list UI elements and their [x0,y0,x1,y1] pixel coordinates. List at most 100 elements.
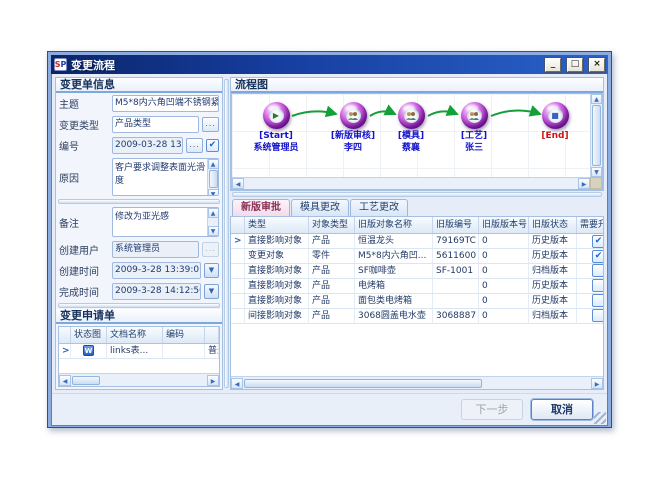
scroll-thumb[interactable] [244,379,482,388]
upgrade-column-header[interactable]: 需要升版 [577,217,604,233]
upgrade-checkbox[interactable]: ✔ [592,250,604,263]
flow-vscrollbar[interactable]: ▲ ▼ [590,94,602,177]
scroll-up-icon[interactable]: ▲ [591,94,602,104]
scroll-down-icon[interactable]: ▼ [591,167,602,177]
maximize-button[interactable]: □ [567,58,583,72]
upgrade-checkbox[interactable] [592,309,604,322]
scroll-down-icon[interactable]: ▼ [208,226,219,236]
resize-grip-icon[interactable] [594,412,606,424]
tab-mold-change[interactable]: 模具更改 [291,199,349,216]
create-time-label: 创建时间 [59,263,109,278]
table-row[interactable]: 直接影响对象 产品 面包类电烤箱 0 历史版本 [231,294,603,309]
left-splitter-1[interactable] [58,199,220,204]
close-button[interactable]: × [589,58,605,72]
create-time-input[interactable]: 2009-3-28 13:39:01 [112,262,201,279]
status-icon-cell: W [71,344,107,358]
request-grid-hscrollbar[interactable]: ◀ ▶ [59,373,219,386]
table-row[interactable]: 间接影响对象 产品 3068圆盖电水壶 3068887 0 归档版本 [231,309,603,324]
table-row[interactable]: 直接影响对象 产品 电烤箱 0 历史版本 [231,279,603,294]
right-splitter[interactable] [232,192,602,197]
creator-input[interactable]: 系统管理员 [112,241,199,258]
detail-grid: 类型 对象类型 旧版对象名称 旧版编号 旧版版本号 旧版状态 需要升版 新版 > [230,216,604,390]
scroll-right-icon[interactable]: ▶ [207,375,219,386]
task-node-icon [398,102,425,129]
remark-label: 备注 [59,215,109,230]
request-form-grid: 状态图 文档名称 编码 > W links表... 普通 [58,326,220,387]
reason-textarea[interactable]: 客户要求调整表面光滑度 ▲ ▼ [112,158,219,196]
old-name-cell: 恒温龙头 [355,234,433,248]
obj-type-column-header[interactable]: 对象类型 [309,217,355,233]
node-label: [End] [515,131,595,141]
old-status-column-header[interactable]: 旧版状态 [529,217,577,233]
tab-process-change[interactable]: 工艺更改 [350,199,408,216]
scroll-down-icon[interactable]: ▼ [208,189,219,196]
next-button[interactable]: 下一步 [461,399,523,420]
table-row[interactable]: 直接影响对象 产品 SF咖啡壶 SF-1001 0 归档版本 SF咖 [231,264,603,279]
flow-hscrollbar[interactable]: ◀ ▶ [232,177,590,189]
remark-scrollbar[interactable]: ▲ ▼ [207,208,218,236]
number-row: 编号 2009-03-28 13:39:01 ... ✔ [56,135,222,156]
old-no-cell: SF-1001 [433,264,479,278]
old-status-cell: 历史版本 [529,234,577,248]
users-icon [405,111,417,121]
upgrade-checkbox[interactable] [592,264,604,277]
remark-textarea[interactable]: 修改为亚光感 ▲ ▼ [112,207,219,237]
finish-time-input[interactable]: 2009-3-28 14:12:50 [112,283,201,300]
old-name-cell: 面包类电烤箱 [355,294,433,308]
scroll-left-icon[interactable]: ◀ [231,378,243,389]
change-type-input[interactable]: 产品类型 [112,116,199,133]
flow-canvas[interactable]: ▶ [Start] 系统管理员 [231,93,603,190]
tab-new-version-approval[interactable]: 新版审批 [232,199,290,216]
indicator-column-header [59,327,71,343]
upgrade-cell [577,279,604,293]
obj-type-cell: 产品 [309,294,355,308]
scroll-thumb[interactable] [72,376,100,385]
scroll-left-icon[interactable]: ◀ [232,178,244,189]
finish-time-dropdown-icon[interactable]: ▼ [204,284,219,299]
extra-column-header[interactable] [205,327,219,343]
scroll-up-icon[interactable]: ▲ [208,159,219,169]
subject-input[interactable]: M5*8内六角凹端不锈钢紧固螺钉 [112,95,219,112]
upgrade-checkbox[interactable] [592,294,604,307]
create-time-dropdown-icon[interactable]: ▼ [204,263,219,278]
node-label: [工艺] [434,131,514,141]
old-no-cell: 5611600 [433,249,479,263]
old-ver-column-header[interactable]: 旧版版本号 [479,217,529,233]
obj-type-cell: 零件 [309,249,355,263]
left-splitter-2[interactable] [58,303,220,308]
number-browse-button[interactable]: ... [186,138,203,153]
detail-grid-hscrollbar[interactable]: ◀ ▶ [231,376,603,389]
scroll-right-icon[interactable]: ▶ [578,178,590,189]
scroll-right-icon[interactable]: ▶ [591,378,603,389]
upgrade-checkbox[interactable] [592,279,604,292]
scroll-left-icon[interactable]: ◀ [59,375,71,386]
cancel-button[interactable]: 取消 [531,399,593,420]
flow-node-start[interactable]: ▶ [Start] 系统管理员 [236,102,316,153]
main-splitter[interactable] [224,79,229,388]
type-column-header[interactable]: 类型 [245,217,309,233]
creator-browse-button[interactable]: ... [202,242,219,257]
old-no-column-header[interactable]: 旧版编号 [433,217,479,233]
code-column-header[interactable]: 编码 [163,327,205,343]
old-name-column-header[interactable]: 旧版对象名称 [355,217,433,233]
flow-node-process[interactable]: [工艺] 张三 [434,102,514,153]
doc-name-column-header[interactable]: 文档名称 [107,327,163,343]
request-grid-row[interactable]: > W links表... 普通 [59,344,219,359]
old-ver-cell: 0 [479,294,529,308]
type-cell: 变更对象 [245,249,309,263]
number-checkbox[interactable]: ✔ [206,139,219,152]
table-row[interactable]: > 直接影响对象 产品 恒温龙头 79169TC 0 历史版本 ✔ [231,234,603,249]
status-icon-column-header[interactable]: 状态图 [71,327,107,343]
change-type-browse-button[interactable]: ... [202,117,219,132]
minimize-button[interactable]: _ [545,58,561,72]
number-input[interactable]: 2009-03-28 13:39:01 [112,137,183,154]
reason-scrollbar[interactable]: ▲ ▼ [207,159,218,195]
scroll-thumb[interactable] [592,105,601,166]
scroll-up-icon[interactable]: ▲ [208,208,219,218]
titlebar[interactable]: SP 变更流程 _ □ × [51,55,608,74]
stop-icon: ■ [551,111,559,120]
upgrade-checkbox[interactable]: ✔ [592,235,604,248]
flow-node-end[interactable]: ■ [End] [515,102,595,141]
table-row[interactable]: 变更对象 零件 M5*8内六角凹... 5611600 0 历史版本 ✔ M5*… [231,249,603,264]
scroll-thumb[interactable] [209,170,218,188]
